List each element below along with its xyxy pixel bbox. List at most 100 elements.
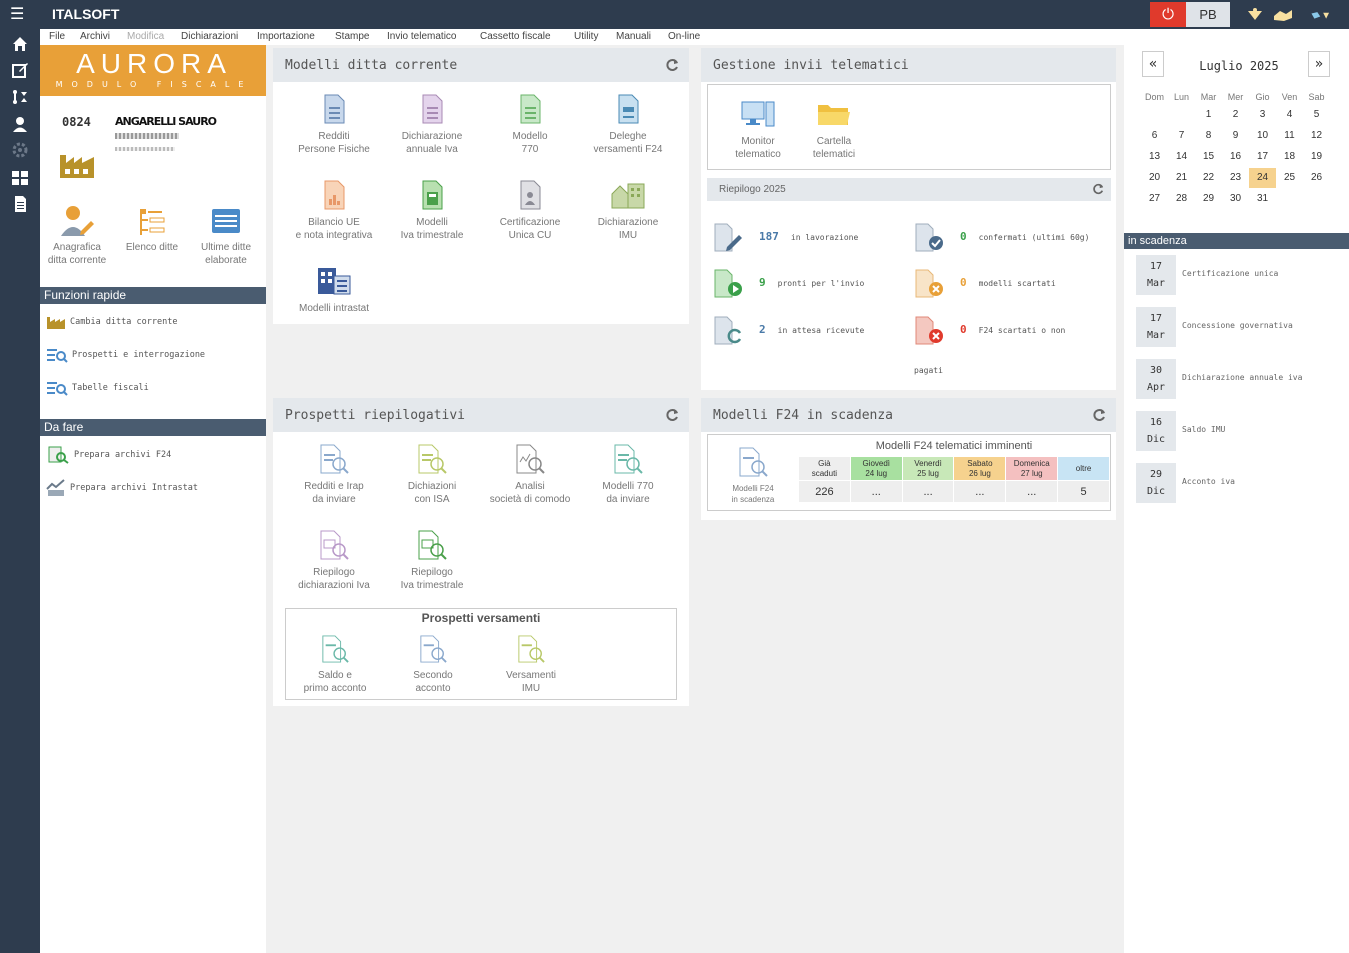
modello-770[interactable]: Modello 770 [481,94,579,156]
calendar-day[interactable]: 25 [1276,168,1303,188]
f24-value-domenica[interactable]: ... [1005,480,1059,503]
prospetto-riepilogo-iva[interactable]: Riepilogo dichiarazioni Iva [285,530,383,592]
calendar-day[interactable]: 8 [1195,126,1222,146]
calendar-day[interactable]: 26 [1303,168,1330,188]
modello-certificazione-cu[interactable]: Certificazione Unica CU [481,180,579,242]
calendar-day[interactable]: 18 [1276,147,1303,167]
menu-cassetto-fiscale[interactable]: Cassetto fiscale [480,31,551,42]
monitor-telematico[interactable]: Monitor telematico [718,99,798,161]
calendar-day[interactable]: 7 [1168,126,1195,146]
scadenza-label[interactable]: Concessione governativa [1182,321,1293,330]
calendar-day[interactable]: 16 [1222,147,1249,167]
versamento-secondo-acconto[interactable]: Secondo acconto [384,635,482,695]
prospetto-riepilogo-iva-trim[interactable]: Riepilogo Iva trimestrale [383,530,481,592]
calendar-day[interactable]: 24 [1249,168,1276,188]
calendar-day[interactable]: 11 [1276,126,1303,146]
edit-icon[interactable] [11,61,29,79]
menu-modifica[interactable]: Modifica [127,31,164,42]
scadenza-label[interactable]: Certificazione unica [1182,269,1278,278]
calendar-day[interactable]: 2 [1222,105,1249,125]
calendar-day[interactable]: 22 [1195,168,1222,188]
refresh-icon[interactable] [665,408,679,422]
calendar-day[interactable]: 28 [1168,189,1195,209]
menu-stampe[interactable]: Stampe [335,31,369,42]
stat-pronti-invio[interactable]: 9 pronti per l'invio [713,269,903,298]
quick-cambia-ditta[interactable]: Cambia ditta corrente [46,312,177,332]
versamento-saldo-primo-acconto[interactable]: Saldo e primo acconto [286,635,384,695]
f24-value-sabato[interactable]: ... [953,480,1007,503]
menu-invio-telematico[interactable]: Invio telematico [387,31,456,42]
refresh-icon[interactable] [1092,183,1104,195]
modello-deleghe-f24[interactable]: Deleghe versamenti F24 [579,94,677,156]
modello-redditi-pf[interactable]: Redditi Persone Fisiche [285,94,383,156]
calendar-day[interactable]: 15 [1195,147,1222,167]
modelli-intrastat[interactable]: Modelli intrastat [285,266,383,315]
refresh-icon[interactable] [665,58,679,72]
stat-confermati[interactable]: 0 confermati (ultimi 60g) [914,223,1114,252]
home-icon[interactable] [11,35,29,53]
scadenza-label[interactable]: Saldo IMU [1182,425,1225,434]
calendar-day[interactable]: 14 [1168,147,1195,167]
modello-bilancio-ue[interactable]: Bilancio UE e nota integrativa [285,180,383,242]
prospetto-dichiarazioni-isa[interactable]: Dichiazioni con ISA [383,444,481,506]
calendar-day[interactable]: 3 [1249,105,1276,125]
hamburger-menu-icon[interactable]: ☰ [10,5,30,23]
calendar-day[interactable]: 4 [1276,105,1303,125]
prospetto-modelli-770[interactable]: Modelli 770 da inviare [579,444,677,506]
menu-dichiarazioni[interactable]: Dichiarazioni [181,31,238,42]
calendar-day[interactable]: 23 [1222,168,1249,188]
scadenza-label[interactable]: Dichiarazione annuale iva [1182,373,1302,382]
calendar-day[interactable]: 31 [1249,189,1276,209]
f24-value-giovedi[interactable]: ... [849,480,903,503]
document-icon[interactable] [11,195,29,213]
stat-modelli-scartati[interactable]: 0 modelli scartati [914,269,1114,298]
calendar-day[interactable]: 27 [1141,189,1168,209]
menu-importazione[interactable]: Importazione [257,31,315,42]
cartella-telematici[interactable]: Cartella telematici [794,99,874,161]
calendar-day[interactable]: 6 [1141,126,1168,146]
modello-dichiarazione-iva[interactable]: Dichiarazione annuale Iva [383,94,481,156]
handshake-icon[interactable] [1272,8,1294,22]
quick-prospetti[interactable]: Prospetti e interrogazione [46,345,205,365]
dashboard-icon[interactable] [11,169,29,187]
prospetto-redditi-irap[interactable]: Redditi e Irap da inviare [285,444,383,506]
tile-elenco-ditte[interactable]: Elenco ditte [119,205,185,254]
stat-attesa-ricevute[interactable]: 2 in attesa ricevute [713,316,903,345]
menu-file[interactable]: File [49,31,65,42]
calendar-day[interactable]: 30 [1222,189,1249,209]
dafare-prepara-intrastat[interactable]: Prepara archivi Intrastat [46,478,198,498]
calendar-next-button[interactable]: » [1308,51,1330,77]
stat-in-lavorazione[interactable]: 187 in lavorazione [713,223,903,252]
calendar-prev-button[interactable]: « [1142,51,1164,77]
modelli-iva-trimestrale[interactable]: Modelli Iva trimestrale [383,180,481,242]
calendar-day[interactable]: 10 [1249,126,1276,146]
f24-value-venerdi[interactable]: ... [901,480,955,503]
power-off-button[interactable]: ⏻ [1150,2,1186,27]
menu-manuali[interactable]: Manuali [616,31,651,42]
modello-dichiarazione-imu[interactable]: Dichiarazione IMU [579,180,677,242]
menu-utility[interactable]: Utility [574,31,598,42]
f24-scadenza-icon-link[interactable]: Modelli F24 in scadenza [712,447,794,505]
tile-anagrafica-ditta[interactable]: Anagrafica ditta corrente [44,205,110,267]
versamento-imu[interactable]: Versamenti IMU [482,635,580,695]
menu-online[interactable]: On-line [668,31,700,42]
stat-f24-scartati[interactable]: 0 F24 scartati o non [914,316,1114,345]
calendar-day[interactable]: 1 [1195,105,1222,125]
dafare-prepara-f24[interactable]: Prepara archivi F24 [46,445,171,465]
scadenza-label[interactable]: Acconto iva [1182,477,1235,486]
menu-archivi[interactable]: Archivi [80,31,110,42]
calendar-day[interactable]: 17 [1249,147,1276,167]
f24-value-oltre[interactable]: 5 [1057,480,1110,503]
calendar-day[interactable]: 21 [1168,168,1195,188]
calendar-day[interactable]: 20 [1141,168,1168,188]
user-icon[interactable] [11,115,29,133]
calendar-day[interactable]: 29 [1195,189,1222,209]
calendar-day[interactable]: 5 [1303,105,1330,125]
f24-value-scaduti[interactable]: 226 [798,480,851,503]
bird-icon[interactable] [1310,8,1332,22]
calendar-day[interactable]: 12 [1303,126,1330,146]
sort-icon[interactable] [11,88,29,106]
refresh-icon[interactable] [1092,408,1106,422]
calendar-day[interactable]: 19 [1303,147,1330,167]
user-initials-button[interactable]: PB [1186,2,1230,27]
